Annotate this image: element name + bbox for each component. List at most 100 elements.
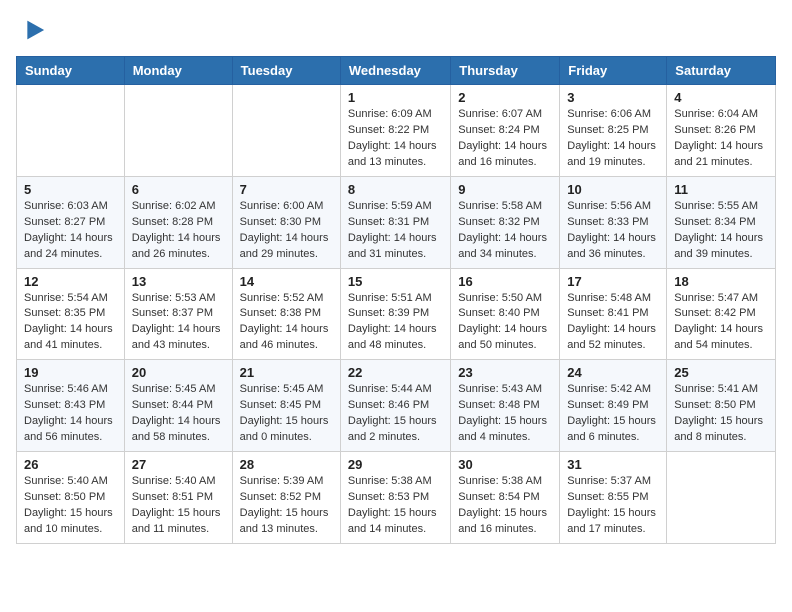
day-info: Sunrise: 5:48 AM Sunset: 8:41 PM Dayligh… [567, 291, 659, 355]
day-cell: 3 Sunrise: 6:06 AM Sunset: 8:25 PM Daylig… [560, 85, 667, 177]
day-number: 13 [132, 274, 225, 289]
day-number: 29 [348, 457, 443, 472]
day-number: 22 [348, 365, 443, 380]
day-cell: 4 Sunrise: 6:04 AM Sunset: 8:26 PM Daylig… [667, 85, 776, 177]
day-number: 23 [458, 365, 552, 380]
day-cell: 9 Sunrise: 5:58 AM Sunset: 8:32 PM Daylig… [451, 176, 560, 268]
day-number: 24 [567, 365, 659, 380]
day-info: Sunrise: 5:43 AM Sunset: 8:48 PM Dayligh… [458, 382, 552, 446]
weekday-header-row: SundayMondayTuesdayWednesdayThursdayFrid… [17, 57, 776, 85]
day-number: 18 [674, 274, 768, 289]
logo-icon [18, 16, 46, 44]
day-info: Sunrise: 6:02 AM Sunset: 8:28 PM Dayligh… [132, 199, 225, 263]
day-info: Sunrise: 5:41 AM Sunset: 8:50 PM Dayligh… [674, 382, 768, 446]
day-cell: 20 Sunrise: 5:45 AM Sunset: 8:44 PM Dayli… [124, 360, 232, 452]
day-info: Sunrise: 5:56 AM Sunset: 8:33 PM Dayligh… [567, 199, 659, 263]
day-info: Sunrise: 6:06 AM Sunset: 8:25 PM Dayligh… [567, 107, 659, 171]
day-info: Sunrise: 5:45 AM Sunset: 8:45 PM Dayligh… [240, 382, 333, 446]
day-cell: 26 Sunrise: 5:40 AM Sunset: 8:50 PM Dayli… [17, 452, 125, 544]
day-cell: 23 Sunrise: 5:43 AM Sunset: 8:48 PM Dayli… [451, 360, 560, 452]
day-info: Sunrise: 5:40 AM Sunset: 8:51 PM Dayligh… [132, 474, 225, 538]
day-info: Sunrise: 6:09 AM Sunset: 8:22 PM Dayligh… [348, 107, 443, 171]
day-number: 17 [567, 274, 659, 289]
week-row-2: 5Sunrise: 6:03 AM Sunset: 8:27 PM Daylig… [17, 176, 776, 268]
day-cell: 2Sunrise: 6:07 AM Sunset: 8:24 PM Daylig… [451, 85, 560, 177]
day-info: Sunrise: 5:46 AM Sunset: 8:43 PM Dayligh… [24, 382, 117, 446]
weekday-header-thursday: Thursday [451, 57, 560, 85]
day-info: Sunrise: 5:59 AM Sunset: 8:31 PM Dayligh… [348, 199, 443, 263]
week-row-1: 1 Sunrise: 6:09 AM Sunset: 8:22 PM Daylig… [17, 85, 776, 177]
day-cell: 10 Sunrise: 5:56 AM Sunset: 8:33 PM Dayli… [560, 176, 667, 268]
day-number: 8 [348, 182, 443, 197]
day-cell [667, 452, 776, 544]
day-info: Sunrise: 5:54 AM Sunset: 8:35 PM Dayligh… [24, 291, 117, 355]
day-cell [232, 85, 340, 177]
day-info: Sunrise: 5:53 AM Sunset: 8:37 PM Dayligh… [132, 291, 225, 355]
day-info: Sunrise: 6:04 AM Sunset: 8:26 PM Dayligh… [674, 107, 768, 171]
day-info: Sunrise: 5:47 AM Sunset: 8:42 PM Dayligh… [674, 291, 768, 355]
day-number: 25 [674, 365, 768, 380]
weekday-header-saturday: Saturday [667, 57, 776, 85]
day-info: Sunrise: 5:55 AM Sunset: 8:34 PM Dayligh… [674, 199, 768, 263]
day-number: 19 [24, 365, 117, 380]
weekday-header-wednesday: Wednesday [340, 57, 450, 85]
day-cell: 12 Sunrise: 5:54 AM Sunset: 8:35 PM Dayli… [17, 268, 125, 360]
day-info: Sunrise: 5:40 AM Sunset: 8:50 PM Dayligh… [24, 474, 117, 538]
day-cell: 30 Sunrise: 5:38 AM Sunset: 8:54 PM Dayli… [451, 452, 560, 544]
day-cell: 18 Sunrise: 5:47 AM Sunset: 8:42 PM Dayli… [667, 268, 776, 360]
day-number: 20 [132, 365, 225, 380]
day-cell: 5Sunrise: 6:03 AM Sunset: 8:27 PM Daylig… [17, 176, 125, 268]
week-row-3: 12 Sunrise: 5:54 AM Sunset: 8:35 PM Dayli… [17, 268, 776, 360]
day-number: 4 [674, 90, 768, 105]
day-cell: 22 Sunrise: 5:44 AM Sunset: 8:46 PM Dayli… [340, 360, 450, 452]
day-cell: 8 Sunrise: 5:59 AM Sunset: 8:31 PM Daylig… [340, 176, 450, 268]
day-number: 15 [348, 274, 443, 289]
weekday-header-monday: Monday [124, 57, 232, 85]
day-info: Sunrise: 5:50 AM Sunset: 8:40 PM Dayligh… [458, 291, 552, 355]
day-number: 6 [132, 182, 225, 197]
day-info: Sunrise: 5:37 AM Sunset: 8:55 PM Dayligh… [567, 474, 659, 538]
page-header [16, 16, 776, 44]
calendar-table: SundayMondayTuesdayWednesdayThursdayFrid… [16, 56, 776, 544]
day-cell: 19 Sunrise: 5:46 AM Sunset: 8:43 PM Dayli… [17, 360, 125, 452]
day-number: 11 [674, 182, 768, 197]
day-number: 9 [458, 182, 552, 197]
day-number: 3 [567, 90, 659, 105]
day-info: Sunrise: 5:42 AM Sunset: 8:49 PM Dayligh… [567, 382, 659, 446]
day-cell: 16 Sunrise: 5:50 AM Sunset: 8:40 PM Dayli… [451, 268, 560, 360]
day-number: 16 [458, 274, 552, 289]
day-cell: 1 Sunrise: 6:09 AM Sunset: 8:22 PM Daylig… [340, 85, 450, 177]
weekday-header-friday: Friday [560, 57, 667, 85]
day-number: 31 [567, 457, 659, 472]
day-number: 26 [24, 457, 117, 472]
day-cell [124, 85, 232, 177]
day-info: Sunrise: 5:44 AM Sunset: 8:46 PM Dayligh… [348, 382, 443, 446]
weekday-header-tuesday: Tuesday [232, 57, 340, 85]
logo [16, 16, 46, 44]
day-number: 1 [348, 90, 443, 105]
day-number: 10 [567, 182, 659, 197]
day-info: Sunrise: 5:38 AM Sunset: 8:53 PM Dayligh… [348, 474, 443, 538]
day-info: Sunrise: 5:39 AM Sunset: 8:52 PM Dayligh… [240, 474, 333, 538]
day-number: 12 [24, 274, 117, 289]
day-cell: 24 Sunrise: 5:42 AM Sunset: 8:49 PM Dayli… [560, 360, 667, 452]
day-cell: 17 Sunrise: 5:48 AM Sunset: 8:41 PM Dayli… [560, 268, 667, 360]
day-info: Sunrise: 5:45 AM Sunset: 8:44 PM Dayligh… [132, 382, 225, 446]
day-cell: 29 Sunrise: 5:38 AM Sunset: 8:53 PM Dayli… [340, 452, 450, 544]
day-cell: 7Sunrise: 6:00 AM Sunset: 8:30 PM Daylig… [232, 176, 340, 268]
day-cell: 6 Sunrise: 6:02 AM Sunset: 8:28 PM Daylig… [124, 176, 232, 268]
day-info: Sunrise: 6:00 AM Sunset: 8:30 PM Dayligh… [240, 199, 333, 263]
day-number: 28 [240, 457, 333, 472]
day-number: 5 [24, 182, 117, 197]
day-cell: 21 Sunrise: 5:45 AM Sunset: 8:45 PM Dayli… [232, 360, 340, 452]
day-cell [17, 85, 125, 177]
day-number: 21 [240, 365, 333, 380]
day-info: Sunrise: 5:38 AM Sunset: 8:54 PM Dayligh… [458, 474, 552, 538]
day-cell: 15Sunrise: 5:51 AM Sunset: 8:39 PM Dayli… [340, 268, 450, 360]
week-row-5: 26 Sunrise: 5:40 AM Sunset: 8:50 PM Dayli… [17, 452, 776, 544]
day-number: 2 [458, 90, 552, 105]
day-number: 30 [458, 457, 552, 472]
day-info: Sunrise: 5:58 AM Sunset: 8:32 PM Dayligh… [458, 199, 552, 263]
day-cell: 13 Sunrise: 5:53 AM Sunset: 8:37 PM Dayli… [124, 268, 232, 360]
day-cell: 14Sunrise: 5:52 AM Sunset: 8:38 PM Dayli… [232, 268, 340, 360]
